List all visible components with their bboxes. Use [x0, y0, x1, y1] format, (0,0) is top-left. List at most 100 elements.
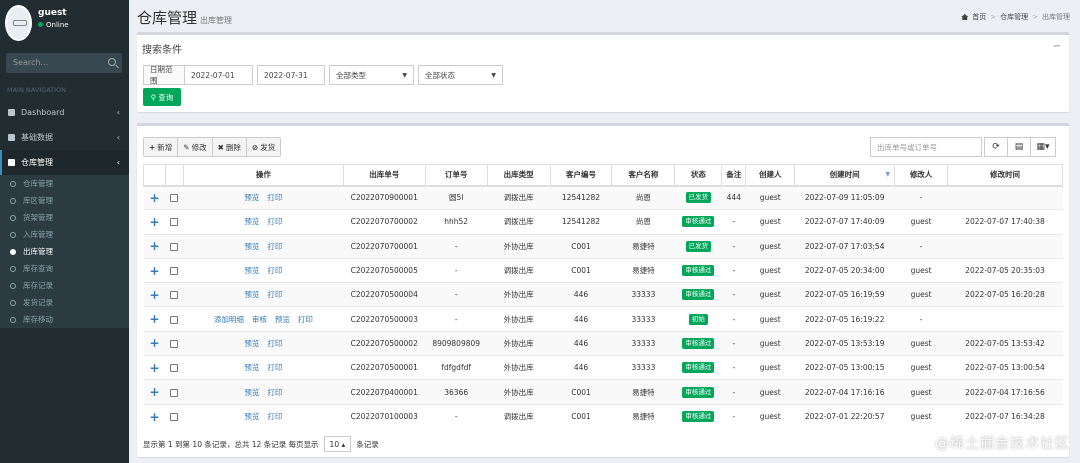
row-action-link[interactable]: 打印	[267, 266, 282, 275]
collapse-button[interactable]: −	[1053, 41, 1061, 52]
column-header[interactable]: 修改时间	[947, 164, 1063, 187]
add-button[interactable]: + 新增	[143, 137, 179, 157]
breadcrumb-warehouse[interactable]: 仓库管理	[1000, 12, 1028, 22]
row-checkbox[interactable]	[170, 364, 179, 373]
sidebar-item-warehouse[interactable]: 仓库管理 ‹	[0, 150, 129, 175]
sidebar-subitem[interactable]: 入库管理	[0, 226, 129, 243]
sidebar-subitem[interactable]: 出库管理	[0, 243, 129, 260]
row-action-link[interactable]: 预览	[244, 363, 259, 372]
date-to-input[interactable]: 2022-07-31	[257, 65, 325, 85]
column-header[interactable]: 出库单号	[342, 164, 426, 187]
column-header[interactable]: 状态	[674, 164, 723, 187]
column-header[interactable]: 备注	[721, 164, 747, 187]
table-row[interactable]: + 预览 打印 C2022070900001 圆5l 调拨出库 12541282 尚恩 已发货 4…	[143, 184, 1063, 210]
expand-plus-icon[interactable]: +	[149, 239, 159, 253]
sidebar-subitem[interactable]: 仓库管理	[0, 175, 129, 192]
column-header[interactable]: 出库类型	[486, 164, 551, 187]
page-size-select[interactable]: 10 ▴	[323, 436, 352, 452]
row-action-link[interactable]: 预览	[244, 290, 259, 299]
row-action-link[interactable]: 打印	[267, 363, 282, 372]
column-header[interactable]: 订单号	[424, 164, 488, 187]
search-icon[interactable]	[108, 58, 116, 66]
row-action-link[interactable]: 审核	[252, 315, 267, 324]
row-action-link[interactable]: 打印	[267, 388, 282, 397]
expand-cell: +	[143, 330, 166, 356]
column-header[interactable]: 客户名称	[611, 164, 676, 187]
sidebar-subitem[interactable]: 库存移动	[0, 311, 129, 328]
row-action-link[interactable]: 预览	[244, 242, 259, 251]
row-checkbox[interactable]	[170, 339, 179, 348]
table-row[interactable]: + 预览 打印 C2022070700001- 外协出库 C001 易捷特 已发货 - guest…	[143, 233, 1063, 259]
row-checkbox[interactable]	[170, 242, 179, 251]
table-row[interactable]: + 预览 打印 C2022070700002 hhh52 调拨出库 12541282 尚恩 审核…	[143, 209, 1063, 235]
sidebar-search-input[interactable]	[6, 53, 101, 72]
row-action-link[interactable]: 预览	[244, 388, 259, 397]
edit-button[interactable]: ✎ 修改	[177, 137, 213, 157]
status-select[interactable]: 全部状态 ▼	[418, 65, 503, 85]
row-checkbox[interactable]	[170, 315, 179, 324]
row-action-link[interactable]: 打印	[267, 412, 282, 421]
expand-plus-icon[interactable]: +	[149, 410, 159, 424]
row-checkbox[interactable]	[170, 267, 179, 276]
expand-plus-icon[interactable]: +	[149, 264, 159, 278]
type-select[interactable]: 全部类型 ▼	[329, 65, 414, 85]
row-action-link[interactable]: 打印	[267, 193, 282, 202]
row-checkbox[interactable]	[170, 194, 179, 203]
expand-plus-icon[interactable]: +	[149, 312, 159, 326]
row-action-link[interactable]: 打印	[267, 242, 282, 251]
table-row[interactable]: + 预览 打印 C2022070400001 36366 外协出库 C001 易捷特 审核通过 -…	[143, 379, 1063, 405]
table-row[interactable]: + 预览 打印 C2022070500002 8909809809 外协出库 446 3333…	[143, 330, 1063, 356]
row-action-link[interactable]: 预览	[244, 217, 259, 226]
row-checkbox[interactable]	[170, 388, 179, 397]
table-row[interactable]: + 添加明细 审核 预览 打印 C2022070500003- 外协出库 446 33333 初始…	[143, 306, 1063, 332]
table-row[interactable]: + 预览 打印 C2022070100003- 调拨出库 C001 易捷特 审核通过 - gues…	[143, 403, 1063, 429]
row-checkbox[interactable]	[170, 291, 179, 300]
sidebar-item-dashboard[interactable]: Dashboard ‹	[0, 100, 129, 125]
column-header[interactable]: 操作	[182, 164, 344, 187]
sidebar-item-basic-data[interactable]: 基础数据 ‹	[0, 125, 129, 150]
row-action-link[interactable]: 预览	[244, 266, 259, 275]
expand-plus-icon[interactable]: +	[149, 361, 159, 375]
row-checkbox[interactable]	[170, 413, 179, 422]
row-action-link[interactable]: 打印	[267, 217, 282, 226]
table-row[interactable]: + 预览 打印 C2022070500005- 调拨出库 C001 易捷特 审核通过 - gues…	[143, 257, 1063, 283]
delete-button[interactable]: ✖ 删除	[211, 137, 247, 157]
sort-desc-icon[interactable]: ▼	[885, 171, 890, 178]
row-action-link[interactable]: 打印	[267, 339, 282, 348]
row-action-link[interactable]: 打印	[298, 315, 313, 324]
row-action-link[interactable]: 预览	[244, 412, 259, 421]
column-header[interactable]: 创建时间 ▼	[794, 164, 896, 187]
avatar[interactable]	[5, 5, 32, 41]
refresh-button[interactable]: ⟳	[984, 137, 1008, 157]
expand-plus-icon[interactable]: +	[149, 385, 159, 399]
sidebar-subitem-label: 仓库管理	[23, 179, 53, 188]
breadcrumb-home[interactable]: 首页	[972, 12, 986, 22]
cell-creator: guest	[745, 306, 795, 332]
row-checkbox[interactable]	[170, 218, 179, 227]
sidebar-subitem[interactable]: 发货记录	[0, 294, 129, 311]
column-header[interactable]: 创建人	[745, 164, 796, 187]
table-row[interactable]: + 预览 打印 C2022070500004- 外协出库 446 33333 审核通过 - gue…	[143, 282, 1063, 307]
row-action-link[interactable]: 预览	[244, 339, 259, 348]
sidebar-subitem[interactable]: 货架管理	[0, 209, 129, 226]
table-row[interactable]: + 预览 打印 C2022070500001 fdfgdfdf 外协出库 446 33333 审…	[143, 355, 1063, 380]
expand-plus-icon[interactable]: +	[149, 288, 159, 302]
column-header[interactable]: 修改人	[894, 164, 949, 187]
ship-button[interactable]: ⊘ 发货	[245, 137, 282, 157]
row-action-link[interactable]: 预览	[244, 193, 259, 202]
row-action-link[interactable]: 预览	[275, 315, 290, 324]
sidebar-subitem[interactable]: 库区管理	[0, 192, 129, 209]
query-button[interactable]: ⚲ 查询	[143, 88, 181, 106]
row-action-link[interactable]: 打印	[267, 290, 282, 299]
expand-plus-icon[interactable]: +	[149, 191, 159, 205]
sidebar-subitem[interactable]: 库存记录	[0, 277, 129, 294]
table-search-input[interactable]	[870, 137, 982, 157]
date-from-input[interactable]: 2022-07-01	[184, 65, 253, 85]
row-action-link[interactable]: 添加明细	[214, 315, 244, 324]
sidebar-subitem[interactable]: 库存查询	[0, 260, 129, 277]
column-header[interactable]: 客户编号	[549, 164, 613, 187]
toggle-view-button[interactable]: ▤	[1007, 137, 1031, 157]
expand-plus-icon[interactable]: +	[149, 215, 159, 229]
expand-plus-icon[interactable]: +	[149, 336, 159, 350]
columns-button[interactable]: ▦▾	[1030, 137, 1056, 157]
